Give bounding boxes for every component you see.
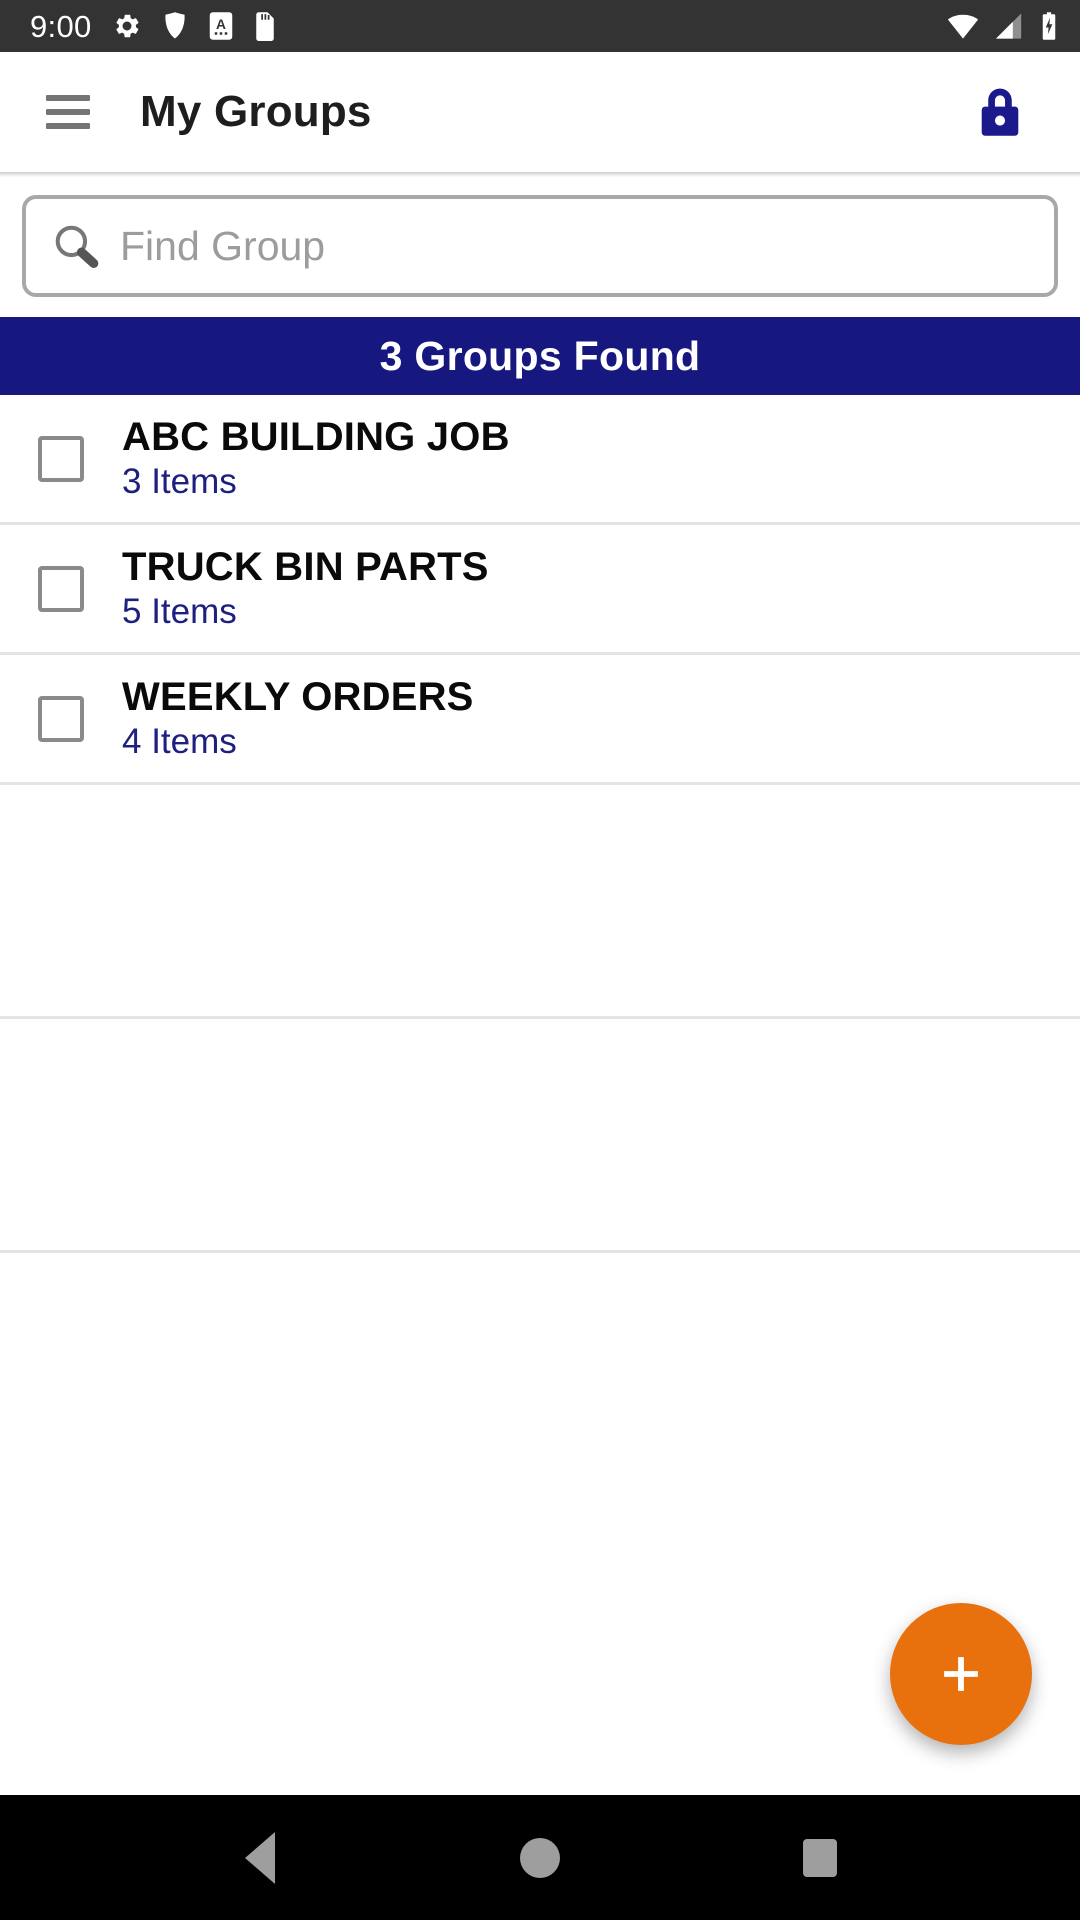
group-row-texts: WEEKLY ORDERS 4 Items [122,676,474,761]
group-checkbox[interactable] [38,565,84,612]
system-navigation-bar [0,1795,1080,1920]
group-checkbox[interactable] [38,435,84,482]
search-icon [55,225,99,268]
lock-button[interactable] [972,82,1028,142]
group-item-count: 4 Items [122,722,237,762]
gear-icon [115,14,139,38]
table-row[interactable]: ABC BUILDING JOB 3 Items [0,395,1080,525]
wifi-icon [947,14,979,39]
group-item-count: 3 Items [122,462,237,502]
table-row[interactable]: TRUCK BIN PARTS 5 Items [0,525,1080,655]
lock-icon [981,88,1019,136]
status-clock: 9:00 [30,8,92,44]
recents-button[interactable] [760,1813,880,1903]
group-row-texts: ABC BUILDING JOB 3 Items [122,416,510,501]
group-checkbox[interactable] [38,695,84,742]
status-bar-right [946,11,1058,41]
search-input[interactable] [120,222,1028,270]
groups-found-banner: 3 Groups Found [0,317,1080,395]
content-stack: ABC BUILDING JOB 3 Items TRUCK BIN PARTS… [0,395,1080,1795]
empty-list-slot [0,1019,1080,1253]
battery-charging-icon [1042,12,1056,40]
hamburger-line [46,109,90,115]
home-button[interactable] [480,1813,600,1903]
status-bar: 9:00 A [0,0,1080,52]
add-group-button[interactable] [890,1603,1032,1745]
phone-screen: 9:00 A My Groups Find Group 3 Groups Fou… [0,0,1080,1920]
hamburger-line [46,123,90,129]
group-name: WEEKLY ORDERS [122,675,474,720]
group-item-count: 5 Items [122,592,237,632]
sd-card-icon [255,12,274,41]
svg-text:A: A [216,17,226,32]
back-button[interactable] [200,1813,320,1903]
empty-list-slot [0,785,1080,1019]
hamburger-menu-icon[interactable] [46,95,90,129]
table-row[interactable]: WEEKLY ORDERS 4 Items [0,655,1080,785]
home-icon [520,1837,560,1878]
shield-icon [164,12,185,39]
recents-icon [803,1838,837,1877]
group-name: TRUCK BIN PARTS [122,545,489,590]
a-badge-icon: A [209,12,232,40]
status-bar-left: 9:00 A [30,11,276,42]
groups-list: ABC BUILDING JOB 3 Items TRUCK BIN PARTS… [0,395,1080,1795]
plus-icon [944,1657,978,1691]
cellular-signal-icon [996,13,1022,39]
app-bar: My Groups [0,52,1080,172]
group-name: ABC BUILDING JOB [122,415,510,460]
groups-found-label: 3 Groups Found [379,332,701,379]
back-icon [245,1831,275,1884]
group-row-texts: TRUCK BIN PARTS 5 Items [122,546,489,631]
search-field-container[interactable] [22,195,1058,297]
hamburger-line [46,95,90,101]
page-title: My Groups [140,87,372,136]
search-section [0,177,1080,317]
